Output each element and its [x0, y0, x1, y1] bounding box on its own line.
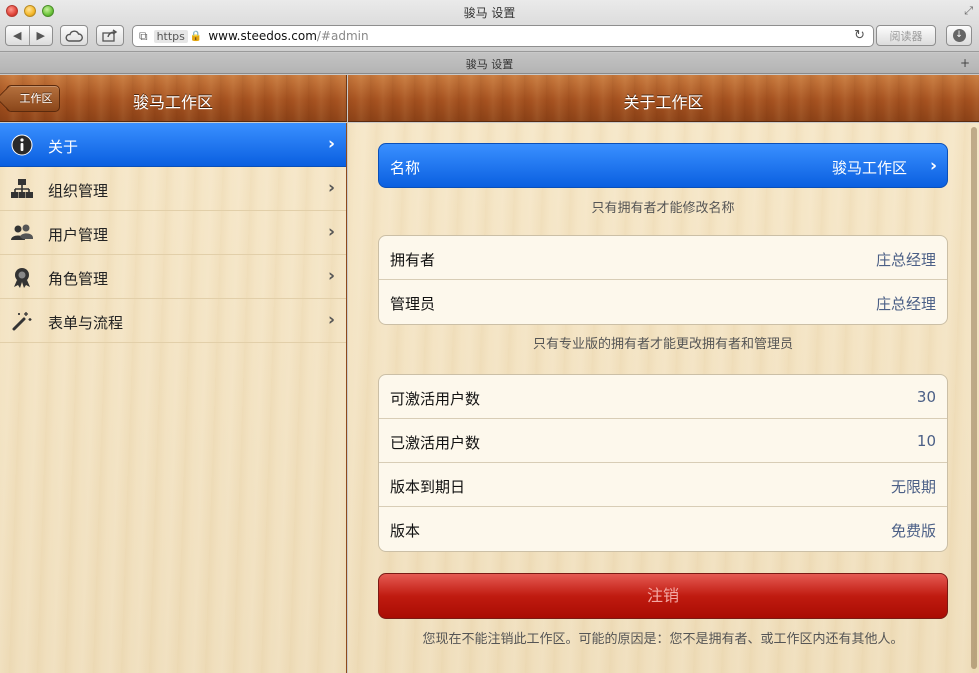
- owner-row: 拥有者 庄总经理: [379, 236, 947, 280]
- share-button[interactable]: [96, 25, 124, 46]
- lock-icon: 🔒: [189, 30, 203, 42]
- sidebar-item-label: 组织管理: [48, 182, 109, 200]
- sidebar-item-about[interactable]: 关于 ›: [0, 123, 346, 167]
- forward-button[interactable]: ▶: [30, 26, 53, 45]
- downloads-button[interactable]: ↓: [946, 25, 972, 46]
- content-panel: 名称 骏马工作区 › 只有拥有者才能修改名称 拥有者 庄总经理 管理员 庄总经理…: [348, 123, 979, 673]
- sidebar-item-users[interactable]: 用户管理 ›: [0, 211, 346, 255]
- license-group: 可激活用户数 30 已激活用户数 10 版本到期日 无限期 版本 免费版: [378, 374, 948, 552]
- activatable-users-row: 可激活用户数 30: [379, 375, 947, 419]
- expiry-label: 版本到期日: [390, 478, 466, 496]
- activated-users-value: 10: [916, 432, 936, 450]
- workspace-back-button[interactable]: 工作区: [6, 85, 60, 112]
- reader-button[interactable]: 阅读器: [876, 25, 936, 46]
- content-scrollbar[interactable]: [971, 127, 977, 669]
- sidebar-item-forms-workflow[interactable]: 表单与流程 ›: [0, 299, 346, 343]
- name-note: 只有拥有者才能修改名称: [591, 201, 735, 216]
- owner-group: 拥有者 庄总经理 管理员 庄总经理: [378, 235, 948, 325]
- badge-icon: [14, 268, 30, 288]
- address-bar[interactable]: ⧉ https 🔒 www.steedos.com /#admin ↻: [132, 25, 874, 47]
- activatable-users-label: 可激活用户数: [390, 390, 481, 408]
- chevron-right-icon: ›: [327, 178, 335, 198]
- url-path: /#admin: [316, 29, 369, 43]
- reload-icon[interactable]: ↻: [854, 28, 865, 43]
- chevron-right-icon: ›: [327, 310, 335, 330]
- icloud-tabs-button[interactable]: [60, 25, 88, 46]
- name-value: 骏马工作区: [831, 159, 907, 177]
- edition-label: 版本: [390, 522, 421, 540]
- info-icon: [11, 134, 33, 156]
- activated-users-row: 已激活用户数 10: [379, 419, 947, 463]
- owner-label: 拥有者: [390, 251, 436, 269]
- tab-bar: 骏马 设置 +: [0, 53, 979, 74]
- site-info-icon[interactable]: ⧉: [139, 29, 148, 44]
- sidebar-item-label: 表单与流程: [48, 314, 124, 332]
- org-chart-icon: [11, 179, 33, 198]
- expiry-value: 无限期: [890, 478, 936, 496]
- sidebar-item-roles[interactable]: 角色管理 ›: [0, 255, 346, 299]
- share-icon: [102, 29, 118, 42]
- sidebar-item-organization[interactable]: 组织管理 ›: [0, 167, 346, 211]
- chevron-right-icon: ›: [327, 134, 335, 154]
- window-titlebar: 骏马 设置 ⤢ ◀ ▶ ⧉ https 🔒 www.steedos.com /#…: [0, 0, 979, 52]
- content-header: 关于工作区: [348, 75, 979, 122]
- workspace-name-row[interactable]: 名称 骏马工作区 ›: [378, 143, 948, 188]
- chevron-right-icon: ›: [929, 156, 937, 176]
- logout-note: 您现在不能注销此工作区。可能的原因是：您不是拥有者、或工作区内还有其他人。: [422, 632, 904, 647]
- tab-settings[interactable]: 骏马 设置: [0, 56, 979, 72]
- sidebar: 关于 › 组织管理 › 用户管理 › 角色管理 › 表单与流程 ›: [0, 123, 347, 673]
- sidebar-item-label: 用户管理: [48, 226, 109, 244]
- url-scheme: https: [153, 29, 188, 43]
- back-button[interactable]: ◀: [6, 26, 30, 45]
- magic-wand-icon: [12, 312, 32, 331]
- page-title: 关于工作区: [623, 93, 704, 112]
- sidebar-item-label: 关于: [48, 138, 79, 156]
- sidebar-item-label: 角色管理: [48, 270, 109, 288]
- owner-value: 庄总经理: [875, 251, 936, 269]
- admin-value: 庄总经理: [875, 295, 936, 313]
- logout-button[interactable]: 注销: [378, 573, 948, 619]
- back-forward-buttons: ◀ ▶: [5, 25, 53, 46]
- chevron-right-icon: ›: [327, 266, 335, 286]
- edition-row: 版本 免费版: [379, 507, 947, 551]
- admin-label: 管理员: [390, 295, 436, 313]
- admin-row: 管理员 庄总经理: [379, 280, 947, 324]
- chevron-right-icon: ›: [327, 222, 335, 242]
- expiry-row: 版本到期日 无限期: [379, 463, 947, 507]
- activatable-users-value: 30: [916, 388, 936, 406]
- cloud-icon: [65, 30, 83, 42]
- edition-value: 免费版: [890, 522, 936, 540]
- users-icon: [11, 224, 33, 240]
- activated-users-label: 已激活用户数: [390, 434, 481, 452]
- new-tab-button[interactable]: +: [955, 54, 975, 72]
- name-label: 名称: [390, 159, 421, 177]
- app-area: 骏马工作区 工作区 关于工作区 关于 › 组织管理 › 用户管理 › 角色管理 …: [0, 75, 979, 673]
- window-title: 骏马 设置: [463, 6, 516, 20]
- owner-note: 只有专业版的拥有者才能更改拥有者和管理员: [532, 337, 793, 352]
- sidebar-header: 骏马工作区 工作区: [0, 75, 347, 122]
- download-icon: ↓: [952, 29, 966, 42]
- url-host: www.steedos.com: [208, 29, 317, 43]
- fullscreen-icon[interactable]: ⤢: [964, 4, 973, 18]
